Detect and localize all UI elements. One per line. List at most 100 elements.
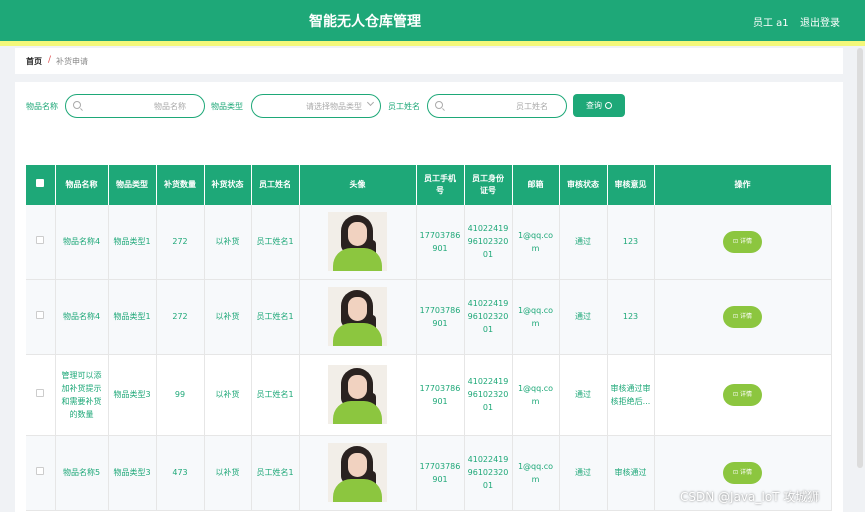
breadcrumb-current: 补货申请 bbox=[56, 57, 88, 66]
cell-item-type: 物品类型1 bbox=[108, 205, 157, 280]
header-idcard: 员工身份证号 bbox=[464, 165, 513, 205]
breadcrumb: 首页 / 补货申请 bbox=[15, 48, 843, 74]
row-select[interactable] bbox=[26, 435, 56, 511]
item-type-placeholder: 请选择物品类型 bbox=[306, 102, 362, 111]
row-select[interactable] bbox=[26, 279, 56, 355]
avatar bbox=[328, 365, 387, 424]
cell-email: 1@qq.com bbox=[512, 354, 560, 436]
cell-actions: ⊡ 详情 bbox=[654, 205, 832, 280]
search-icon bbox=[73, 101, 81, 109]
cell-employee-name: 员工姓名1 bbox=[251, 205, 300, 280]
cell-avatar bbox=[299, 354, 417, 436]
cell-idcard: 410224199610232001 bbox=[464, 205, 513, 280]
header-employee-name: 员工姓名 bbox=[251, 165, 300, 205]
detail-button[interactable]: ⊡ 详情 bbox=[723, 230, 762, 253]
logout-link[interactable]: 退出登录 bbox=[800, 14, 840, 29]
table-header-row: 物品名称 物品类型 补货数量 补货状态 员工姓名 头像 员工手机号 员工身份证号… bbox=[26, 165, 832, 205]
detail-button[interactable]: ⊡ 详情 bbox=[723, 383, 762, 406]
cell-restock-status: 以补货 bbox=[204, 435, 252, 511]
table-row: 物品名称4 物品类型1 272 以补货 员工姓名1 17703786901 41… bbox=[26, 205, 832, 280]
cell-item-name: 物品名称5 bbox=[55, 435, 109, 511]
header-restock-status: 补货状态 bbox=[204, 165, 252, 205]
cell-restock-status: 以补货 bbox=[204, 205, 252, 280]
restock-request-table: 物品名称 物品类型 补货数量 补货状态 员工姓名 头像 员工手机号 员工身份证号… bbox=[26, 165, 832, 511]
search-icon bbox=[605, 102, 612, 109]
cell-avatar bbox=[299, 205, 417, 280]
cell-item-type: 物品类型3 bbox=[108, 435, 157, 511]
header-audit-opinion: 审核意见 bbox=[607, 165, 655, 205]
avatar bbox=[328, 287, 387, 346]
avatar bbox=[328, 212, 387, 272]
cell-idcard: 410224199610232001 bbox=[464, 435, 513, 511]
table-row: 物品名称4 物品类型1 272 以补货 员工姓名1 17703786901 41… bbox=[26, 279, 832, 355]
cell-item-name: 管理可以添加补货提示 和需要补货的数量 bbox=[55, 354, 109, 436]
detail-icon: ⊡ bbox=[733, 312, 740, 320]
search-icon bbox=[435, 101, 443, 109]
query-button-label: 查询 bbox=[586, 101, 602, 110]
detail-button-label: 详情 bbox=[739, 468, 752, 476]
header-restock-qty: 补货数量 bbox=[156, 165, 205, 205]
employee-name-label: 员工姓名 bbox=[388, 102, 420, 111]
header-select-all[interactable] bbox=[26, 165, 56, 205]
row-checkbox[interactable] bbox=[36, 389, 45, 397]
item-type-label: 物品类型 bbox=[211, 102, 243, 111]
row-checkbox[interactable] bbox=[36, 467, 45, 475]
cell-audit-opinion: 审核通过审核拒绝后... bbox=[607, 354, 655, 436]
cell-restock-qty: 272 bbox=[156, 205, 205, 280]
cell-audit-status: 通过 bbox=[559, 205, 608, 280]
cell-audit-status: 通过 bbox=[559, 435, 608, 511]
chevron-down-icon bbox=[366, 98, 375, 107]
header-phone: 员工手机号 bbox=[416, 165, 465, 205]
breadcrumb-separator: / bbox=[48, 55, 52, 65]
detail-button[interactable]: ⊡ 详情 bbox=[723, 305, 762, 328]
avatar bbox=[328, 443, 387, 502]
cell-audit-opinion: 123 bbox=[607, 279, 655, 355]
cell-actions: ⊡ 详情 bbox=[654, 354, 832, 436]
cell-phone: 17703786901 bbox=[416, 354, 465, 436]
row-select[interactable] bbox=[26, 205, 56, 280]
cell-employee-name: 员工姓名1 bbox=[251, 279, 300, 355]
cell-audit-opinion: 123 bbox=[607, 205, 655, 280]
cell-email: 1@qq.com bbox=[512, 279, 560, 355]
cell-item-type: 物品类型3 bbox=[108, 354, 157, 436]
select-all-checkbox[interactable] bbox=[36, 179, 45, 187]
header-accent-strip bbox=[0, 41, 865, 46]
header-email: 邮箱 bbox=[512, 165, 560, 205]
item-type-select[interactable]: 请选择物品类型 bbox=[251, 94, 381, 118]
detail-button[interactable]: ⊡ 详情 bbox=[723, 461, 762, 484]
cell-employee-name: 员工姓名1 bbox=[251, 354, 300, 436]
header-actions: 操作 bbox=[654, 165, 832, 205]
table-row: 管理可以添加补货提示 和需要补货的数量 物品类型3 99 以补货 员工姓名1 1… bbox=[26, 354, 832, 436]
detail-icon: ⊡ bbox=[733, 237, 740, 245]
breadcrumb-home[interactable]: 首页 bbox=[26, 56, 42, 67]
row-checkbox[interactable] bbox=[36, 236, 45, 245]
cell-phone: 17703786901 bbox=[416, 205, 465, 280]
header-audit-status: 审核状态 bbox=[559, 165, 608, 205]
cell-restock-qty: 99 bbox=[156, 354, 205, 436]
employee-name-input[interactable]: 员工姓名 bbox=[427, 94, 567, 118]
detail-button-label: 详情 bbox=[739, 390, 752, 398]
top-bar: 智能无人仓库管理 员工 a1 退出登录 bbox=[0, 0, 865, 41]
item-name-placeholder: 物品名称 bbox=[154, 102, 186, 111]
header-item-name: 物品名称 bbox=[55, 165, 109, 205]
cell-email: 1@qq.com bbox=[512, 205, 560, 280]
detail-button-label: 详情 bbox=[739, 237, 752, 245]
cell-email: 1@qq.com bbox=[512, 435, 560, 511]
detail-button-label: 详情 bbox=[739, 312, 752, 320]
cell-idcard: 410224199610232001 bbox=[464, 279, 513, 355]
query-button[interactable]: 查询 bbox=[573, 94, 625, 117]
item-name-input[interactable]: 物品名称 bbox=[65, 94, 205, 118]
cell-item-name: 物品名称4 bbox=[55, 279, 109, 355]
detail-icon: ⊡ bbox=[733, 390, 740, 398]
employee-name-placeholder: 员工姓名 bbox=[516, 102, 548, 111]
row-checkbox[interactable] bbox=[36, 311, 45, 319]
detail-icon: ⊡ bbox=[733, 468, 740, 476]
cell-phone: 17703786901 bbox=[416, 435, 465, 511]
cell-restock-status: 以补货 bbox=[204, 279, 252, 355]
cell-avatar bbox=[299, 435, 417, 511]
cell-restock-qty: 272 bbox=[156, 279, 205, 355]
cell-audit-status: 通过 bbox=[559, 279, 608, 355]
vertical-scrollbar[interactable] bbox=[857, 48, 863, 468]
row-select[interactable] bbox=[26, 354, 56, 436]
current-user[interactable]: 员工 a1 bbox=[753, 14, 789, 29]
